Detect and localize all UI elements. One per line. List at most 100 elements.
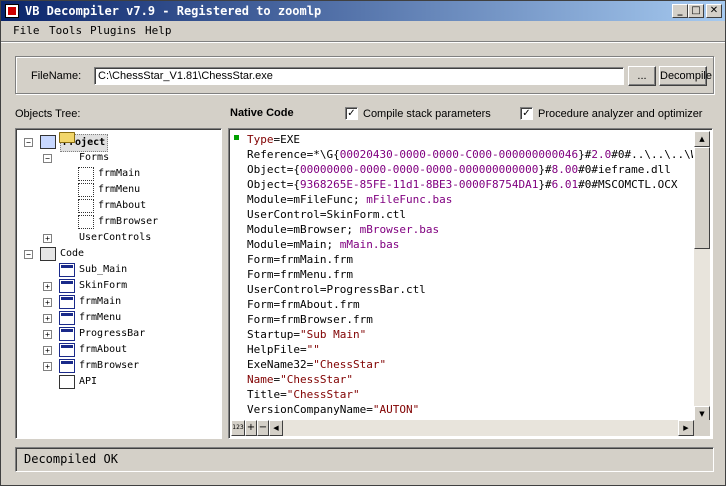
scroll-right-button[interactable]: ▶ bbox=[678, 420, 694, 436]
code-line[interactable]: UserControl=SkinForm.ctl bbox=[247, 207, 693, 222]
code-token: }# bbox=[578, 148, 592, 161]
code-token: UserControl=ProgressBar.ctl bbox=[247, 283, 426, 296]
code-token: mBrowser.bas bbox=[359, 223, 440, 236]
expand-toggle-icon[interactable]: + bbox=[43, 314, 52, 323]
expand-toggle-icon[interactable]: + bbox=[43, 346, 52, 355]
api-icon bbox=[59, 375, 75, 389]
code-line[interactable]: Object={9368265E-85FE-11d1-8BE3-0000F875… bbox=[247, 177, 693, 192]
title-bar[interactable]: VB Decompiler v7.9 - Registered to zooml… bbox=[1, 1, 725, 21]
code-line[interactable]: ExeName32="ChessStar" bbox=[247, 357, 693, 372]
window-title: VB Decompiler v7.9 - Registered to zooml… bbox=[25, 4, 322, 18]
expand-toggle-icon[interactable]: + bbox=[43, 298, 52, 307]
code-line[interactable]: Form=frmBrowser.frm bbox=[247, 312, 693, 327]
collapse-toggle-icon[interactable]: − bbox=[43, 154, 52, 163]
code-line[interactable]: HelpFile="" bbox=[247, 342, 693, 357]
code-token: "ChessStar" bbox=[280, 373, 353, 386]
tree-node[interactable]: frmBrowser bbox=[79, 358, 139, 374]
code-line[interactable]: Reference=*\G{00020430-0000-0000-C000-00… bbox=[247, 147, 693, 162]
filename-input[interactable] bbox=[94, 67, 624, 85]
code-token: 6.01 bbox=[551, 178, 579, 191]
module-icon bbox=[59, 295, 75, 309]
tree-node[interactable]: SkinForm bbox=[79, 278, 127, 294]
expand-toggle-icon[interactable]: + bbox=[43, 330, 52, 339]
maximize-button[interactable]: □ bbox=[688, 4, 704, 18]
code-line[interactable]: Form=frmAbout.frm bbox=[247, 297, 693, 312]
code-token: Title= bbox=[247, 388, 287, 401]
tree-node[interactable]: frmMenu bbox=[79, 310, 121, 326]
menu-bar: File Tools Plugins Help bbox=[1, 21, 725, 41]
close-button[interactable]: ✕ bbox=[706, 4, 722, 18]
expand-toggle-icon[interactable]: + bbox=[43, 362, 52, 371]
code-line[interactable]: Object={00000000-0000-0000-0000-00000000… bbox=[247, 162, 693, 177]
procedure-analyzer-checkbox[interactable]: ✓ bbox=[520, 107, 533, 120]
expand-toggle-icon[interactable]: + bbox=[43, 282, 52, 291]
code-line[interactable]: Form=frmMain.frm bbox=[247, 252, 693, 267]
tree-node[interactable]: Code bbox=[60, 246, 84, 262]
code-token: "" bbox=[306, 343, 320, 356]
tree-node[interactable]: Sub_Main bbox=[79, 262, 127, 278]
tree-node[interactable]: frmAbout bbox=[98, 198, 146, 214]
code-token: 2.0 bbox=[591, 148, 612, 161]
code-line[interactable]: Form=frmMenu.frm bbox=[247, 267, 693, 282]
decompile-button[interactable]: Decompile bbox=[659, 66, 712, 86]
line-numbers-button[interactable]: 123 bbox=[231, 420, 245, 436]
horizontal-scrollbar[interactable]: 123 + − ◀ ▶ bbox=[231, 420, 694, 436]
code-token: 8.00 bbox=[551, 163, 579, 176]
code-token: Module=mBrowser; bbox=[247, 223, 360, 236]
code-token: Object={ bbox=[247, 163, 300, 176]
code-token: "ChessStar" bbox=[286, 388, 360, 401]
menu-plugins[interactable]: Plugins bbox=[90, 24, 136, 38]
menu-file[interactable]: File bbox=[13, 24, 40, 38]
objects-tree-label: Objects Tree: bbox=[15, 108, 81, 120]
code-line[interactable]: Title="ChessStar" bbox=[247, 387, 693, 402]
tree-node[interactable]: ProgressBar bbox=[79, 326, 145, 342]
code-text[interactable]: Type=EXE Reference=*\G{00020430-0000-0000… bbox=[247, 132, 693, 422]
tree-node[interactable]: UserControls bbox=[79, 230, 151, 246]
tree-node[interactable]: frmMain bbox=[79, 294, 121, 310]
zoom-out-button[interactable]: − bbox=[257, 420, 269, 436]
menu-divider-highlight bbox=[1, 42, 725, 43]
code-token: 00020430-0000-0000-C000-000000000046 bbox=[339, 148, 579, 161]
tree-node[interactable]: Forms bbox=[79, 150, 109, 166]
code-token: VersionCompanyName= bbox=[247, 403, 373, 416]
code-token: }# bbox=[538, 178, 552, 191]
scroll-up-button[interactable]: ▲ bbox=[694, 131, 710, 147]
vertical-scrollbar[interactable]: ▲ ▼ bbox=[694, 131, 710, 422]
menu-tools[interactable]: Tools bbox=[49, 24, 82, 38]
code-line[interactable]: Name="ChessStar" bbox=[247, 372, 693, 387]
code-icon bbox=[40, 247, 56, 261]
code-line[interactable]: UserControl=ProgressBar.ctl bbox=[247, 282, 693, 297]
code-view[interactable]: Type=EXE Reference=*\G{00020430-0000-0000… bbox=[228, 128, 713, 439]
minimize-button[interactable]: _ bbox=[672, 4, 688, 18]
tree-node[interactable]: frmBrowser bbox=[98, 214, 158, 230]
scroll-left-button[interactable]: ◀ bbox=[269, 420, 283, 436]
code-line[interactable]: Type=EXE bbox=[247, 132, 693, 147]
tree-node[interactable]: frmMenu bbox=[98, 182, 140, 198]
tree-node[interactable]: frmMain bbox=[98, 166, 140, 182]
browse-button[interactable]: ... bbox=[628, 66, 656, 86]
form-icon bbox=[78, 215, 94, 229]
code-line[interactable]: Module=mBrowser; mBrowser.bas bbox=[247, 222, 693, 237]
expand-toggle-icon[interactable]: + bbox=[43, 234, 52, 243]
compile-stack-checkbox[interactable]: ✓ bbox=[345, 107, 358, 120]
code-token: Form=frmMenu.frm bbox=[247, 268, 353, 281]
collapse-toggle-icon[interactable]: − bbox=[24, 250, 33, 259]
zoom-in-button[interactable]: + bbox=[245, 420, 257, 436]
menu-help[interactable]: Help bbox=[145, 24, 172, 38]
app-icon[interactable] bbox=[5, 4, 19, 18]
tree-node[interactable]: API bbox=[79, 374, 97, 390]
tree-node[interactable]: frmAbout bbox=[79, 342, 127, 358]
code-line[interactable]: VersionCompanyName="AUTON" bbox=[247, 402, 693, 417]
code-line[interactable]: Module=mMain; mMain.bas bbox=[247, 237, 693, 252]
code-token: 00000000-0000-0000-0000-000000000000 bbox=[299, 163, 539, 176]
procedure-analyzer-label: Procedure analyzer and optimizer bbox=[538, 108, 703, 120]
objects-tree[interactable]: − Project − Forms frmMain frmMenu frmAbout frmB… bbox=[15, 128, 222, 439]
main-window: VB Decompiler v7.9 - Registered to zooml… bbox=[0, 0, 726, 486]
form-icon bbox=[78, 167, 94, 181]
code-line[interactable]: Startup="Sub Main" bbox=[247, 327, 693, 342]
module-icon bbox=[59, 327, 75, 341]
code-line[interactable]: Module=mFileFunc; mFileFunc.bas bbox=[247, 192, 693, 207]
code-token: Reference=*\G{ bbox=[247, 148, 340, 161]
vertical-scroll-thumb[interactable] bbox=[694, 147, 710, 249]
collapse-toggle-icon[interactable]: − bbox=[24, 138, 33, 147]
